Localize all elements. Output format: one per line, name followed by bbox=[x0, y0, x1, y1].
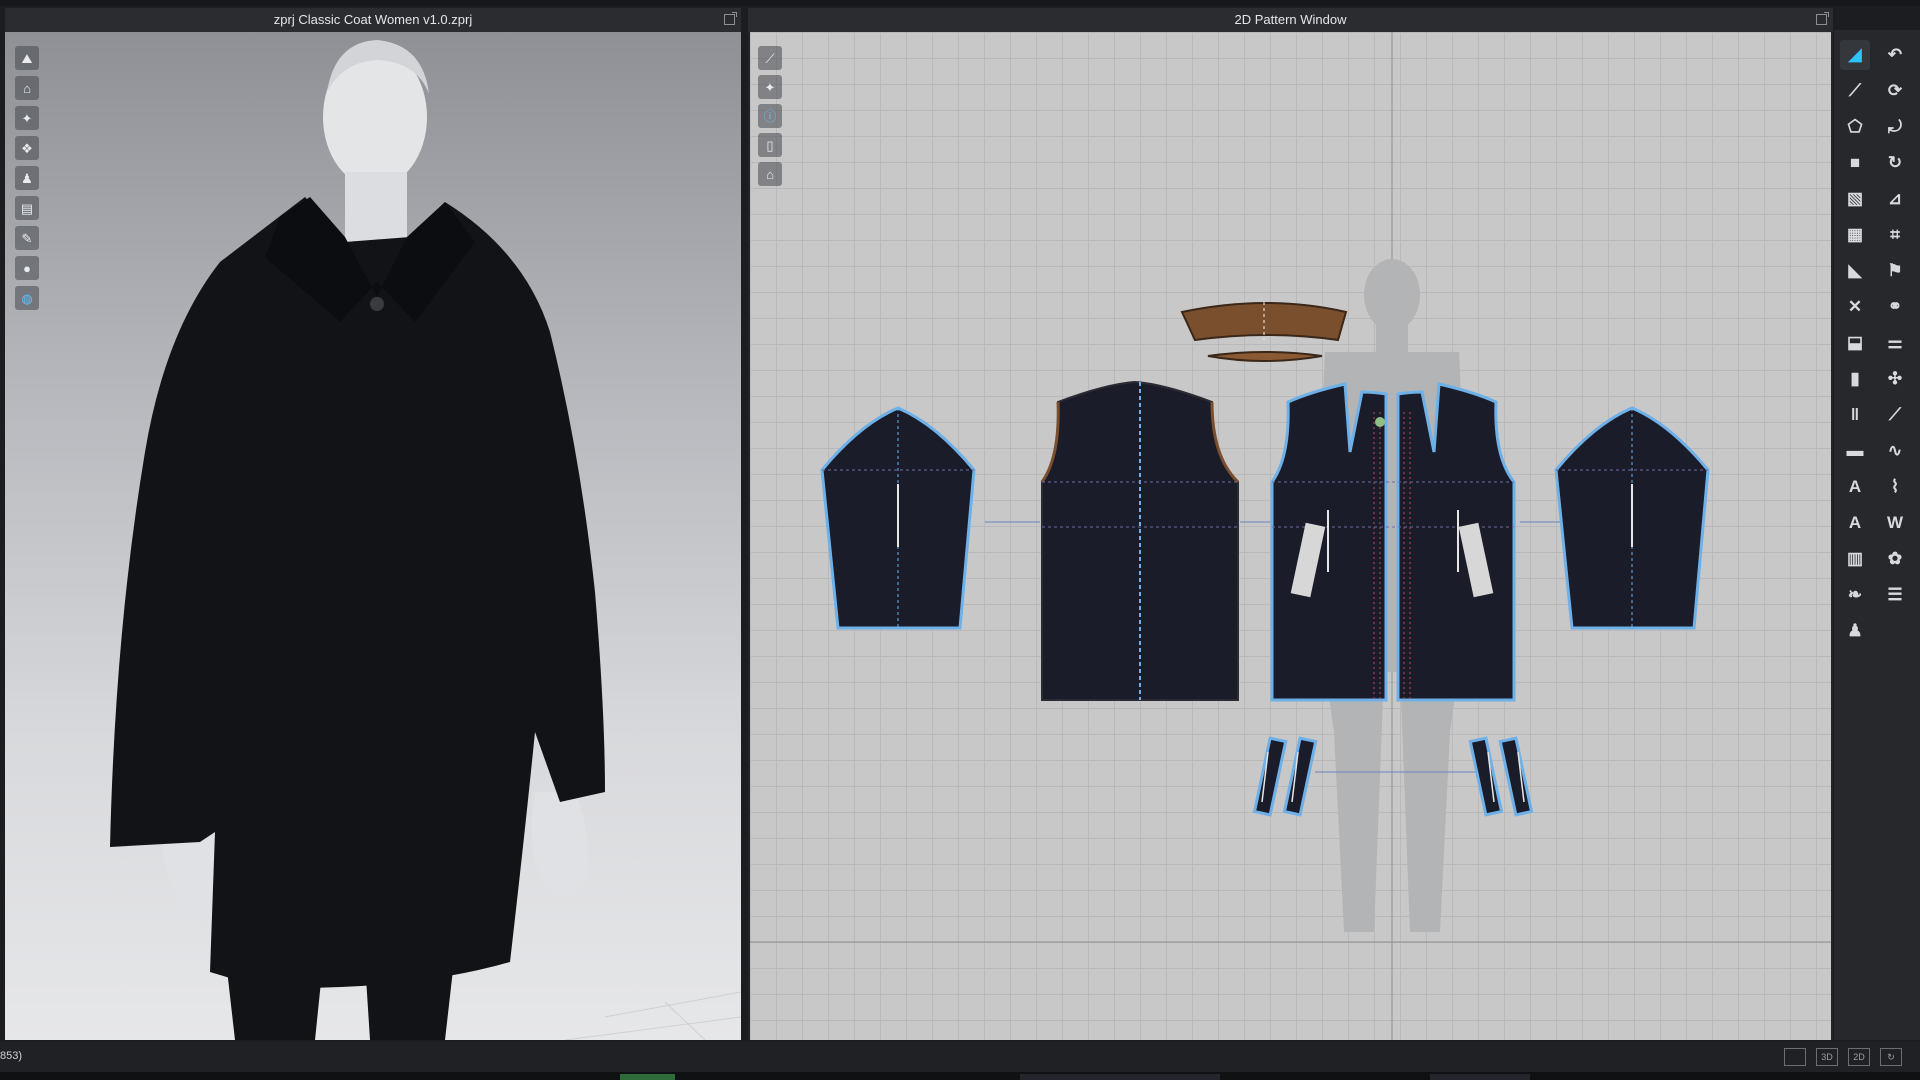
2d-canvas[interactable]: ⟋ ✦ ⓘ ▯ ⌂ bbox=[750, 32, 1831, 1040]
topstitch-icon[interactable]: ⟋ bbox=[1880, 400, 1910, 430]
sheet-icon[interactable]: ▯ bbox=[758, 133, 782, 157]
avatar-neck bbox=[345, 172, 407, 242]
edit-pattern-icon[interactable]: ⟋ bbox=[758, 46, 782, 70]
segment-icon[interactable]: ⬓ bbox=[1840, 328, 1870, 358]
info-icon[interactable]: ⓘ bbox=[758, 104, 782, 128]
rotate-copy-icon[interactable]: ↻ bbox=[1880, 148, 1910, 178]
2d-window-title-text: 2D Pattern Window bbox=[1234, 12, 1347, 27]
2d-pattern-window: 2D Pattern Window ⟋ ✦ ⓘ ▯ ⌂ bbox=[748, 8, 1833, 1040]
right-front-piece bbox=[1396, 382, 1516, 702]
shirts-icon[interactable]: ❖ bbox=[15, 136, 39, 160]
grading-icon[interactable]: ✿ bbox=[1880, 544, 1910, 574]
shirt-icon[interactable]: ✦ bbox=[15, 106, 39, 130]
back-piece bbox=[1041, 380, 1239, 701]
3d-window: zprj Classic Coat Women v1.0.zprj ⛰ ⌂ ✦ … bbox=[5, 8, 741, 1040]
coordinate-readout: 853) bbox=[0, 1050, 23, 1062]
fold-icon[interactable]: ⚑ bbox=[1880, 256, 1910, 286]
wave-icon[interactable]: ⌇ bbox=[1880, 472, 1910, 502]
puckering-icon[interactable]: ∿ bbox=[1880, 436, 1910, 466]
dart-icon[interactable]: ◣ bbox=[1840, 256, 1870, 286]
annotation-a-icon[interactable]: A bbox=[1840, 472, 1870, 502]
fabric-tool-icon[interactable]: ❧ bbox=[1840, 580, 1870, 610]
garment-display-icon[interactable]: ⌂ bbox=[15, 76, 39, 100]
tool-grid: ◢ ↶ ⟋ ⟳ ⬠ ⤾ ■ ↻ ▧ ⊿ ▦ ⌗ ◣ ⚑ ✕ ⚭ ⬓ ⚌ ▮ ✣ … bbox=[1840, 40, 1914, 650]
collar-stand-piece bbox=[1207, 351, 1323, 362]
texture-sphere-icon[interactable]: ◍ bbox=[15, 286, 39, 310]
2d-window-title: 2D Pattern Window bbox=[748, 8, 1833, 32]
3d-window-title: zprj Classic Coat Women v1.0.zprj bbox=[5, 8, 741, 32]
layers-icon[interactable]: ☰ bbox=[1880, 580, 1910, 610]
3d-viewport[interactable]: ⛰ ⌂ ✦ ❖ ♟ ▤ ✎ ● ◍ bbox=[5, 32, 741, 1040]
avatar-silhouette-icon[interactable]: ● bbox=[15, 256, 39, 280]
button-marker bbox=[1375, 417, 1385, 427]
3d-toolbar: ⛰ ⌂ ✦ ❖ ♟ ▤ ✎ ● ◍ bbox=[15, 46, 39, 310]
edit-point-icon[interactable]: ⟋ bbox=[1840, 76, 1870, 106]
brush-icon[interactable]: ✎ bbox=[15, 226, 39, 250]
fabric-icon[interactable]: ▤ bbox=[15, 196, 39, 220]
measure-icon[interactable]: ▬ bbox=[1840, 436, 1870, 466]
view-mode-buttons: 3D 2D ↻ bbox=[1784, 1048, 1902, 1066]
avatar-right-hand bbox=[531, 792, 589, 899]
texture-region-icon[interactable]: ▦ bbox=[1840, 220, 1870, 250]
pin-person-icon[interactable]: ♟ bbox=[1840, 616, 1870, 646]
trace-icon[interactable]: ⤾ bbox=[1880, 112, 1910, 142]
board-icon[interactable]: ▮ bbox=[1840, 364, 1870, 394]
taskbar-strip bbox=[0, 1072, 1920, 1080]
zipper-icon[interactable]: ⚌ bbox=[1880, 328, 1910, 358]
rectangle-icon[interactable]: ■ bbox=[1840, 148, 1870, 178]
avatar-display-icon[interactable]: ⛰ bbox=[15, 46, 39, 70]
refresh-icon[interactable]: ↻ bbox=[1880, 1048, 1902, 1066]
cuff-pieces bbox=[1252, 736, 1534, 817]
lock-shirt-icon[interactable]: ⌂ bbox=[758, 162, 782, 186]
popout-icon[interactable] bbox=[724, 12, 737, 25]
floor-grid bbox=[564, 991, 741, 1040]
avatar-scene bbox=[110, 40, 741, 1040]
3d-window-title-text: zprj Classic Coat Women v1.0.zprj bbox=[273, 12, 473, 27]
cut-icon[interactable]: ✕ bbox=[1840, 292, 1870, 322]
stitch-icon[interactable]: ⌗ bbox=[1880, 220, 1910, 250]
rotate-pattern-icon[interactable]: ⟳ bbox=[1880, 76, 1910, 106]
taskbar-segment bbox=[1020, 1074, 1220, 1080]
right-toolbar: ◢ ↶ ⟋ ⟳ ⬠ ⤾ ■ ↻ ▧ ⊿ ▦ ⌗ ◣ ⚑ ✕ ⚭ ⬓ ⚌ ▮ ✣ … bbox=[1834, 30, 1920, 1040]
edit-curvature-icon[interactable]: ↶ bbox=[1880, 40, 1910, 70]
internal-polygon-icon[interactable]: ▧ bbox=[1840, 184, 1870, 214]
person-icon[interactable]: ♟ bbox=[15, 166, 39, 190]
ww-text-icon[interactable]: W bbox=[1880, 508, 1910, 538]
coat-button bbox=[370, 297, 384, 311]
ruler-icon[interactable]: ⊿ bbox=[1880, 184, 1910, 214]
progress-segment bbox=[620, 1074, 675, 1080]
2d-toolbar: ⟋ ✦ ⓘ ▯ ⌂ bbox=[758, 46, 782, 186]
polygon-icon[interactable]: ⬠ bbox=[1840, 112, 1870, 142]
button-icon[interactable]: ⚭ bbox=[1880, 292, 1910, 322]
3d-view-button[interactable]: 3D bbox=[1816, 1048, 1838, 1066]
text-a-icon[interactable]: A bbox=[1840, 508, 1870, 538]
pattern-layout bbox=[750, 32, 1831, 1040]
split-view-icon[interactable] bbox=[1784, 1048, 1806, 1066]
2d-view-button[interactable]: 2D bbox=[1848, 1048, 1870, 1066]
elastic-icon[interactable]: ✣ bbox=[1880, 364, 1910, 394]
seamline-icon[interactable]: ‖ bbox=[1840, 400, 1870, 430]
status-bar: 853) 3D 2D ↻ bbox=[0, 1042, 1920, 1072]
shirt-view-icon[interactable]: ✦ bbox=[758, 75, 782, 99]
grid-icon[interactable]: ▥ bbox=[1840, 544, 1870, 574]
top-strip bbox=[0, 0, 1920, 6]
taskbar-segment bbox=[1430, 1074, 1530, 1080]
transform-pattern-icon[interactable]: ◢ bbox=[1840, 40, 1870, 70]
popout-icon[interactable] bbox=[1816, 12, 1829, 25]
